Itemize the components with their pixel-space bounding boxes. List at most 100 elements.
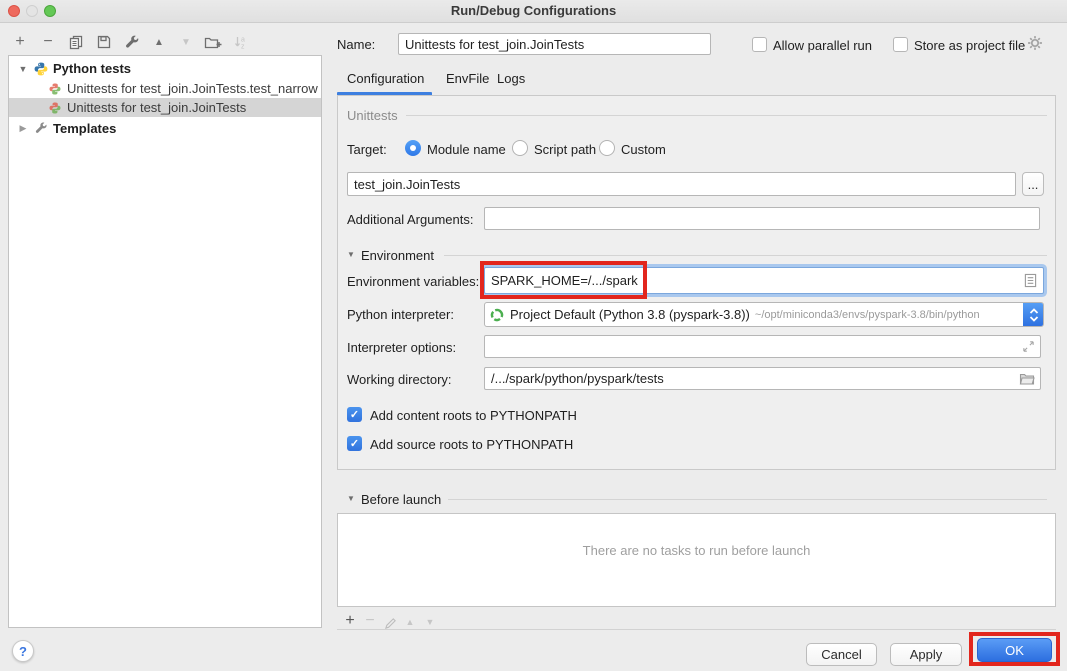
additional-arguments-field[interactable] bbox=[484, 207, 1040, 230]
new-folder-icon bbox=[204, 35, 222, 50]
python-test-icon bbox=[47, 83, 63, 95]
arrow-down-icon: ▼ bbox=[426, 617, 435, 627]
allow-parallel-run-checkbox[interactable] bbox=[752, 37, 767, 52]
edit-templates-button[interactable] bbox=[120, 31, 144, 53]
new-folder-button[interactable] bbox=[201, 31, 225, 53]
store-settings-gear-button[interactable] bbox=[1027, 35, 1043, 54]
interpreter-options-label: Interpreter options: bbox=[347, 340, 456, 355]
expand-field-icon[interactable] bbox=[1022, 340, 1035, 353]
minimize-window-button bbox=[26, 5, 38, 17]
collapse-environment-icon[interactable]: ▼ bbox=[347, 250, 355, 259]
before-launch-tasks-box: There are no tasks to run before launch bbox=[337, 513, 1056, 607]
tree-item-unittests-jointests-selected[interactable]: Unittests for test_join.JoinTests bbox=[9, 98, 321, 117]
tree-expand-icon[interactable]: ▼ bbox=[17, 64, 29, 74]
python-icon bbox=[33, 62, 49, 76]
check-icon: ✓ bbox=[350, 408, 359, 421]
store-as-project-file-label: Store as project file bbox=[914, 38, 1025, 53]
svg-text:a: a bbox=[241, 37, 245, 44]
close-window-button[interactable] bbox=[8, 5, 20, 17]
add-source-roots-label: Add source roots to PYTHONPATH bbox=[370, 437, 573, 452]
sort-configurations-button[interactable]: az bbox=[229, 31, 253, 53]
browse-module-button[interactable]: ... bbox=[1022, 172, 1044, 196]
working-directory-input[interactable] bbox=[491, 371, 1014, 386]
target-module-input[interactable] bbox=[354, 177, 1009, 192]
environment-section-label: Environment bbox=[361, 248, 434, 263]
arrow-down-icon: ▼ bbox=[181, 37, 191, 48]
target-module-field[interactable] bbox=[347, 172, 1016, 196]
python-interpreter-label: Python interpreter: bbox=[347, 307, 454, 322]
edit-env-vars-icon[interactable] bbox=[1024, 273, 1037, 288]
add-source-roots-checkbox[interactable]: ✓ bbox=[347, 436, 362, 451]
before-launch-empty-text: There are no tasks to run before launch bbox=[583, 543, 811, 558]
save-icon bbox=[96, 34, 112, 50]
add-configuration-button[interactable]: + bbox=[8, 31, 32, 53]
radio-custom[interactable] bbox=[599, 140, 615, 156]
python-interpreter-path: ~/opt/miniconda3/envs/pyspark-3.8/bin/py… bbox=[755, 309, 980, 321]
copy-configuration-button[interactable] bbox=[64, 31, 88, 53]
target-label: Target: bbox=[347, 142, 387, 157]
allow-parallel-run-label: Allow parallel run bbox=[773, 38, 872, 53]
store-as-project-file-checkbox[interactable] bbox=[893, 37, 908, 52]
remove-configuration-button[interactable]: − bbox=[36, 31, 60, 53]
highlight-ok-annotation bbox=[969, 632, 1060, 666]
section-divider bbox=[444, 255, 1047, 256]
plus-icon: + bbox=[15, 34, 24, 50]
highlight-env-vars-annotation bbox=[480, 261, 647, 299]
sort-az-icon: az bbox=[233, 34, 249, 50]
combo-stepper-icon[interactable] bbox=[1023, 302, 1044, 327]
interpreter-options-field[interactable] bbox=[484, 335, 1041, 358]
environment-variables-label: Environment variables: bbox=[347, 274, 479, 289]
tree-item-label: Unittests for test_join.JoinTests.test_n… bbox=[67, 81, 318, 96]
tree-collapse-icon[interactable]: ▶ bbox=[17, 123, 29, 134]
working-directory-field[interactable] bbox=[484, 367, 1041, 390]
tab-logs[interactable]: Logs bbox=[497, 71, 525, 86]
add-content-roots-label: Add content roots to PYTHONPATH bbox=[370, 408, 577, 423]
arrow-up-icon: ▲ bbox=[406, 617, 415, 627]
tree-item-templates[interactable]: ▶ Templates bbox=[9, 119, 321, 138]
help-button[interactable]: ? bbox=[12, 640, 34, 662]
radio-module-name[interactable] bbox=[405, 140, 421, 156]
python-test-icon bbox=[47, 102, 63, 114]
wrench-icon bbox=[33, 122, 49, 135]
apply-button[interactable]: Apply bbox=[890, 643, 962, 666]
unittests-section-label: Unittests bbox=[347, 108, 398, 123]
additional-arguments-input[interactable] bbox=[491, 211, 1033, 226]
section-divider bbox=[406, 115, 1047, 116]
additional-arguments-label: Additional Arguments: bbox=[347, 212, 473, 227]
tree-item-python-tests[interactable]: ▼ Python tests bbox=[9, 59, 321, 78]
radio-script-path-label: Script path bbox=[534, 142, 596, 157]
minus-icon: − bbox=[43, 34, 52, 50]
save-configuration-button[interactable] bbox=[92, 31, 116, 53]
zoom-window-button[interactable] bbox=[44, 5, 56, 17]
browse-folder-icon[interactable] bbox=[1019, 372, 1035, 386]
svg-text:z: z bbox=[241, 44, 245, 51]
collapse-before-launch-icon[interactable]: ▼ bbox=[347, 494, 355, 503]
window-title: Run/Debug Configurations bbox=[0, 0, 1067, 22]
gear-icon bbox=[1027, 35, 1043, 51]
radio-script-path[interactable] bbox=[512, 140, 528, 156]
tree-item-label: Python tests bbox=[53, 61, 131, 76]
interpreter-options-input[interactable] bbox=[491, 339, 1016, 354]
check-icon: ✓ bbox=[350, 437, 359, 450]
tab-configuration[interactable]: Configuration bbox=[347, 71, 424, 86]
working-directory-label: Working directory: bbox=[347, 372, 452, 387]
minus-icon: − bbox=[365, 613, 374, 629]
conda-environment-icon bbox=[490, 308, 504, 322]
wrench-icon bbox=[125, 35, 140, 50]
configurations-tree-panel: ▼ Python tests Unittests for test_join.J… bbox=[8, 55, 322, 628]
tree-item-unittests-test-narrow[interactable]: Unittests for test_join.JoinTests.test_n… bbox=[9, 79, 321, 98]
python-interpreter-select[interactable]: Project Default (Python 3.8 (pyspark-3.8… bbox=[484, 302, 1044, 327]
plus-icon: + bbox=[345, 613, 354, 629]
cancel-button[interactable]: Cancel bbox=[806, 643, 877, 666]
move-up-button[interactable]: ▲ bbox=[147, 31, 171, 53]
copy-icon bbox=[68, 34, 84, 50]
arrow-up-icon: ▲ bbox=[154, 37, 164, 48]
python-interpreter-value: Project Default (Python 3.8 (pyspark-3.8… bbox=[510, 307, 750, 322]
move-down-button[interactable]: ▼ bbox=[174, 31, 198, 53]
add-content-roots-checkbox[interactable]: ✓ bbox=[347, 407, 362, 422]
tab-envfile[interactable]: EnvFile bbox=[446, 71, 489, 86]
radio-custom-label: Custom bbox=[621, 142, 666, 157]
name-input[interactable] bbox=[405, 37, 704, 52]
name-field[interactable] bbox=[398, 33, 711, 55]
tree-item-label: Unittests for test_join.JoinTests bbox=[67, 100, 246, 115]
